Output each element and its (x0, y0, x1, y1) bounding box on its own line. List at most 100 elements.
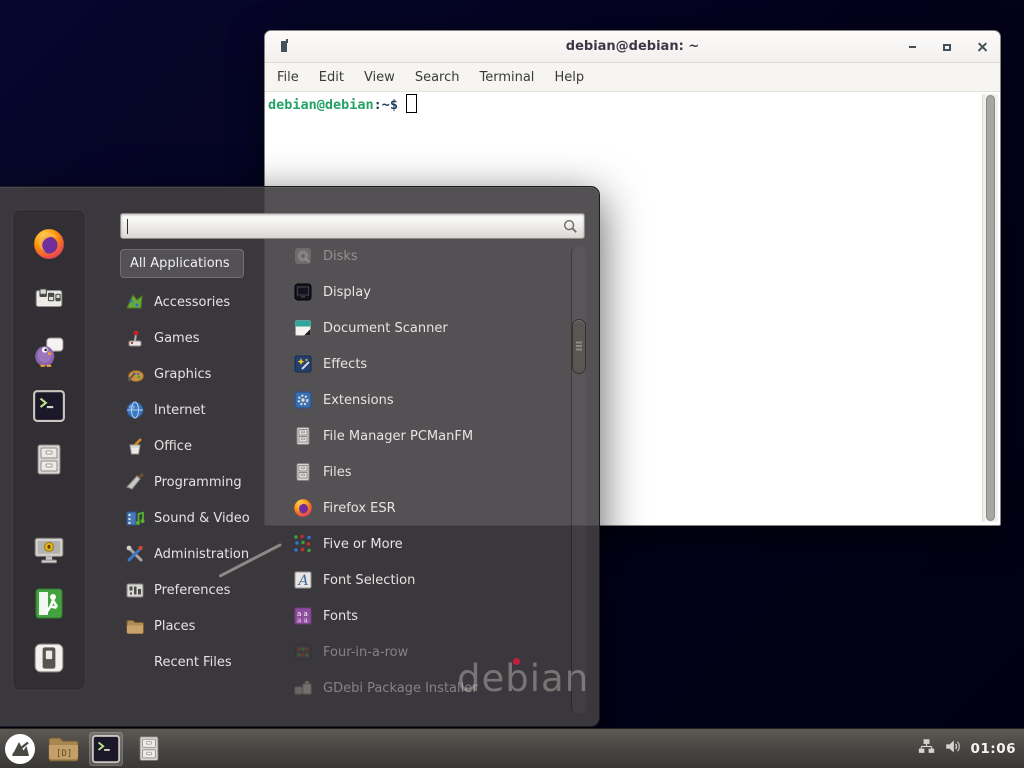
network-tray-button[interactable] (918, 738, 935, 759)
category-label: Recent Files (154, 655, 232, 670)
app-four-in-a-row[interactable]: Four-in-a-row (283, 634, 571, 670)
app-label: Files (323, 465, 352, 480)
favorite-terminal[interactable] (31, 388, 67, 424)
favorite-pidgin[interactable] (31, 334, 67, 370)
logout-button[interactable] (31, 586, 67, 622)
menu-help[interactable]: Help (544, 70, 594, 85)
category-places[interactable]: Places (118, 608, 284, 644)
menu-file[interactable]: File (267, 70, 309, 85)
app-effects[interactable]: Effects (283, 346, 571, 382)
app-label: Effects (323, 357, 367, 372)
files-icon (293, 462, 313, 482)
firefox-icon (32, 227, 66, 261)
lock-screen-icon (32, 533, 66, 567)
menu-terminal[interactable]: Terminal (469, 70, 544, 85)
menu-search[interactable]: Search (405, 70, 470, 85)
taskbar-clock[interactable]: 01:06 (971, 741, 1016, 757)
app-fonts[interactable]: a aa a Fonts (283, 598, 571, 634)
app-label: Disks (323, 249, 358, 264)
maximize-icon (943, 44, 951, 51)
close-button[interactable] (976, 41, 988, 53)
app-file-manager-pcmanfm[interactable]: File Manager PCManFM (283, 418, 571, 454)
category-label: Games (154, 331, 199, 346)
menu-search-box[interactable] (120, 213, 585, 239)
gdebi-icon (293, 678, 313, 698)
file-manager-icon (293, 426, 313, 446)
lock-screen-button[interactable] (31, 532, 67, 568)
app-document-scanner[interactable]: Document Scanner (283, 310, 571, 346)
favorite-settings[interactable] (31, 280, 67, 316)
document-scanner-icon (293, 318, 313, 338)
app-display[interactable]: Display (283, 274, 571, 310)
category-all-applications[interactable]: All Applications (120, 249, 244, 278)
app-disks[interactable]: Disks (283, 238, 571, 274)
category-programming[interactable]: Programming (118, 464, 284, 500)
menu-scrollbar-track[interactable] (571, 246, 586, 714)
app-five-or-more[interactable]: Five or More (283, 526, 571, 562)
category-preferences[interactable]: Preferences (118, 572, 284, 608)
extensions-icon (293, 390, 313, 410)
app-gdebi-package-installer[interactable]: GDebi Package Installer (283, 670, 571, 706)
terminal-titlebar[interactable]: debian@debian: ~ (265, 31, 1000, 63)
category-label: Sound & Video (154, 511, 250, 526)
app-label: Font Selection (323, 573, 415, 588)
category-games[interactable]: Games (118, 320, 284, 356)
menu-button[interactable] (3, 732, 37, 766)
app-label: Display (323, 285, 371, 300)
effects-icon (293, 354, 313, 374)
display-icon (293, 282, 313, 302)
all-applications-label: All Applications (130, 256, 230, 271)
terminal-icon (32, 389, 66, 423)
category-label: Accessories (154, 295, 230, 310)
four-in-a-row-icon (293, 642, 313, 662)
file-cabinet-launcher[interactable] (132, 732, 166, 766)
shutdown-icon (32, 641, 66, 675)
search-icon (562, 218, 578, 234)
menu-view[interactable]: View (354, 70, 405, 85)
category-internet[interactable]: Internet (118, 392, 284, 428)
games-icon (125, 328, 145, 348)
scrollbar-grip-icon (576, 345, 582, 347)
app-label: Extensions (323, 393, 394, 408)
menu-edit[interactable]: Edit (309, 70, 354, 85)
minimize-button[interactable] (906, 41, 918, 53)
terminal-scrollbar-thumb[interactable] (986, 95, 995, 521)
volume-tray-button[interactable] (944, 738, 962, 759)
app-label: Four-in-a-row (323, 645, 408, 660)
places-icon (125, 616, 145, 636)
category-accessories[interactable]: Accessories (118, 284, 284, 320)
category-label: Office (154, 439, 192, 454)
maximize-button[interactable] (941, 41, 953, 53)
favorite-file-manager[interactable] (31, 442, 67, 478)
svg-text:A: A (297, 573, 309, 589)
terminal-window-button[interactable] (89, 732, 123, 766)
firefox-icon (293, 498, 313, 518)
search-input[interactable] (126, 219, 562, 234)
app-firefox-esr[interactable]: Firefox ESR (283, 490, 571, 526)
category-graphics[interactable]: Graphics (118, 356, 284, 392)
administration-icon (125, 544, 145, 564)
category-recent-files[interactable]: Recent Files (118, 644, 284, 680)
app-label: Fonts (323, 609, 358, 624)
svg-text:[D]: [D] (56, 749, 72, 759)
menu-scrollbar-thumb[interactable] (572, 319, 586, 374)
network-icon (918, 738, 935, 755)
folder-icon: [D] (47, 734, 80, 764)
taskbar: [D] (0, 728, 1024, 768)
app-label: Firefox ESR (323, 501, 396, 516)
terminal-scrollbar[interactable] (982, 94, 998, 522)
category-office[interactable]: Office (118, 428, 284, 464)
favorite-firefox[interactable] (31, 226, 67, 262)
app-font-selection[interactable]: A Font Selection (283, 562, 571, 598)
terminal-icon (91, 734, 121, 764)
app-files[interactable]: Files (283, 454, 571, 490)
graphics-icon (125, 364, 145, 384)
shutdown-button[interactable] (31, 640, 67, 676)
category-label: Graphics (154, 367, 211, 382)
app-extensions[interactable]: Extensions (283, 382, 571, 418)
five-or-more-icon (293, 534, 313, 554)
desktop: debian@debian: ~ File Edit View Search T… (0, 0, 1024, 768)
volume-icon (944, 738, 962, 755)
file-manager-launcher[interactable]: [D] (46, 732, 80, 766)
category-sound-video[interactable]: Sound & Video (118, 500, 284, 536)
